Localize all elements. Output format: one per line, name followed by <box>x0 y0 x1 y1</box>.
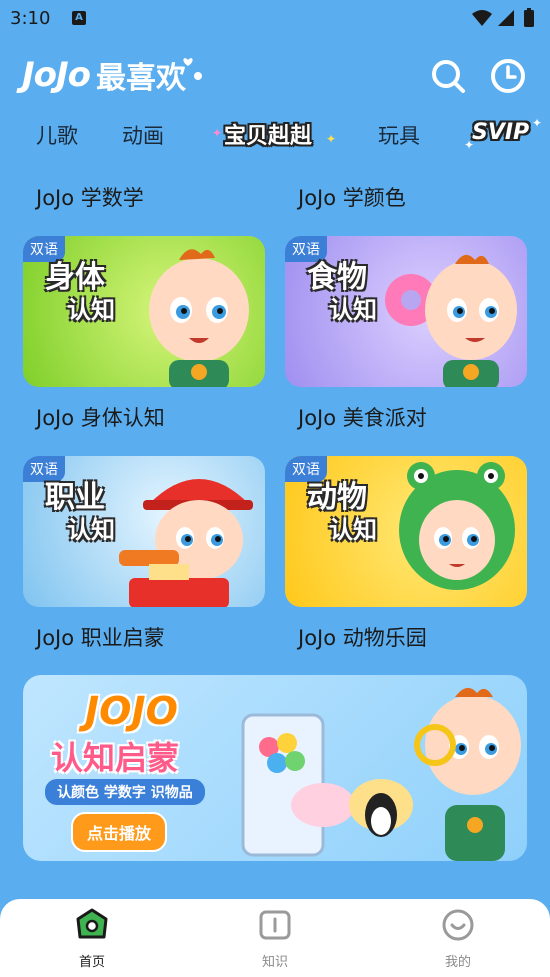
card-title-art: 身体 认知 <box>45 262 115 326</box>
nav-knowledge[interactable]: 知识 <box>235 907 315 970</box>
jojo-character-image <box>385 254 517 387</box>
card-title-bottom: 认知 <box>67 296 115 324</box>
card-title-top: 身体 <box>45 260 105 295</box>
play-button[interactable]: 点击播放 <box>71 812 168 852</box>
tab-animation[interactable]: 动画 <box>122 120 164 150</box>
sparkle-icon: ✦ <box>212 126 223 140</box>
video-card-career[interactable]: 双语 职业 认知 <box>23 456 265 607</box>
heart-icon <box>183 58 203 80</box>
section-title-math[interactable]: JoJo 学数学 <box>36 182 144 212</box>
jojo-character-image <box>399 462 515 590</box>
jojo-character-image <box>119 479 253 607</box>
card-title-art: 食物 认知 <box>307 262 377 326</box>
bilingual-badge: 双语 <box>285 456 327 482</box>
bottom-nav: 首页 知识 我的 <box>0 899 550 977</box>
tab-baby-jojo[interactable]: 宝贝赳赳 <box>224 118 312 150</box>
card-title-top: 职业 <box>45 480 105 515</box>
bilingual-badge: 双语 <box>285 236 327 262</box>
nav-label: 我的 <box>444 955 471 970</box>
bilingual-badge: 双语 <box>23 236 65 262</box>
logo-jojo: JoJo <box>22 55 91 95</box>
card-title-bottom: 认知 <box>67 516 115 544</box>
card-caption[interactable]: JoJo 动物乐园 <box>298 622 427 652</box>
nav-label: 首页 <box>78 955 105 970</box>
tab-svip[interactable]: SVIP <box>472 120 529 145</box>
card-title-art: 动物 认知 <box>307 482 377 546</box>
nav-label: 知识 <box>261 955 288 970</box>
card-title-top: 动物 <box>307 480 367 515</box>
book-icon <box>259 910 291 940</box>
sparkle-icon: ✦ <box>326 132 337 146</box>
card-caption[interactable]: JoJo 职业启蒙 <box>36 622 165 652</box>
card-title-art: 职业 认知 <box>45 482 115 546</box>
video-card-body[interactable]: 双语 身体 认知 <box>23 236 265 387</box>
banner-subtitle: 认颜色 学数字 识物品 <box>45 779 205 805</box>
tab-toys[interactable]: 玩具 <box>378 120 420 150</box>
history-icon[interactable] <box>490 58 526 94</box>
banner-logo: JOJO <box>85 689 178 733</box>
signal-battery-icons <box>472 8 534 27</box>
status-time: 3:10 <box>10 8 51 29</box>
banner-title: 认知启蒙 <box>51 739 180 777</box>
video-card-food[interactable]: 双语 食物 认知 <box>285 236 527 387</box>
sparkle-icon: ✦ <box>532 116 543 130</box>
card-caption[interactable]: JoJo 身体认知 <box>36 402 165 432</box>
smile-icon <box>442 909 474 941</box>
card-title-top: 食物 <box>307 260 367 295</box>
nav-home[interactable]: 首页 <box>52 907 132 970</box>
app-logo: JoJo 最喜欢 <box>22 50 203 100</box>
promo-banner[interactable]: JOJO 认知启蒙 认颜色 学数字 识物品 点击播放 <box>23 675 527 861</box>
status-bar: 3:10 A <box>0 0 550 36</box>
tab-songs[interactable]: 儿歌 <box>36 120 78 150</box>
card-caption[interactable]: JoJo 美食派对 <box>298 402 427 432</box>
jojo-character-image <box>149 249 249 387</box>
logo-title: 最喜欢 <box>96 61 187 96</box>
home-icon <box>76 908 108 939</box>
search-icon[interactable] <box>430 58 466 94</box>
video-card-animals[interactable]: 双语 动物 认知 <box>285 456 527 607</box>
app-header: JoJo 最喜欢 <box>0 44 550 104</box>
sim-icon: A <box>72 11 86 25</box>
banner-illustration <box>241 687 521 861</box>
card-title-bottom: 认知 <box>329 516 377 544</box>
category-tabs: 儿歌 动画 ✦ 宝贝赳赳 ✦ 玩具 ✦ SVIP ✦ <box>0 112 550 156</box>
card-title-bottom: 认知 <box>329 296 377 324</box>
section-title-color[interactable]: JoJo 学颜色 <box>298 182 406 212</box>
nav-mine[interactable]: 我的 <box>418 907 498 970</box>
bilingual-badge: 双语 <box>23 456 65 482</box>
